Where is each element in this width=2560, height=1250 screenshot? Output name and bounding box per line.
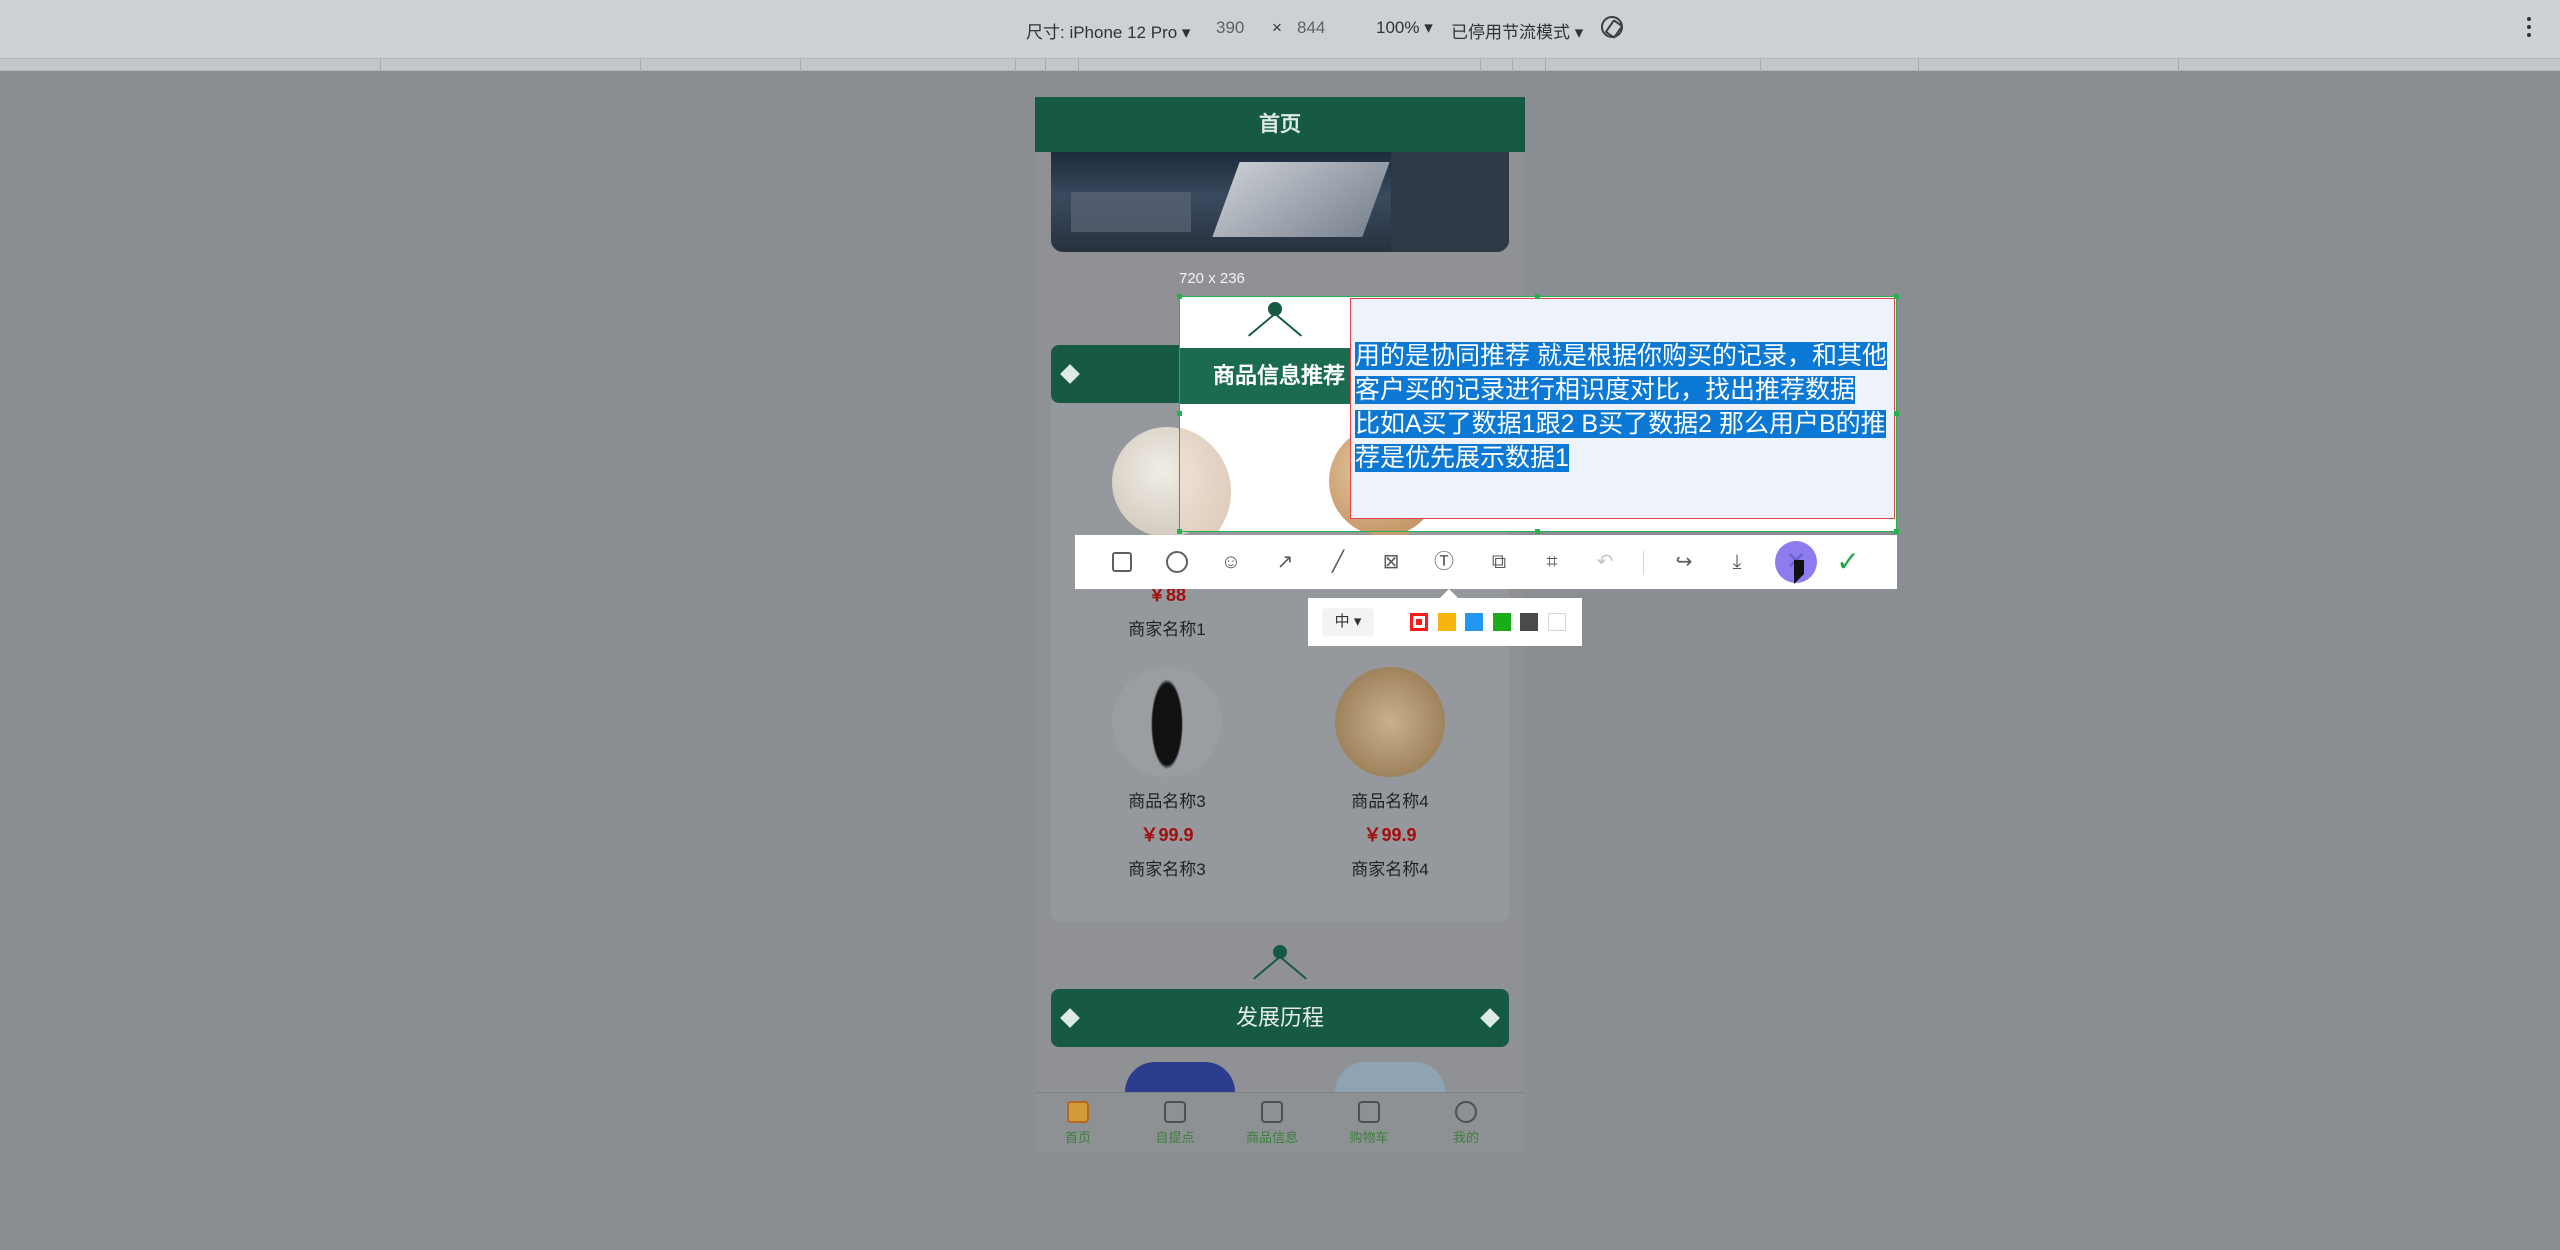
color-swatch-gray[interactable]	[1520, 613, 1538, 631]
font-size-select[interactable]: 中 ▾	[1322, 608, 1374, 636]
device-select[interactable]: 尺寸: iPhone 12 Pro ▾	[1026, 18, 1190, 43]
pin-icon[interactable]: ⧉	[1485, 548, 1513, 576]
product-card[interactable]: 商品名称4 ￥99.9 商家名称4	[1290, 667, 1490, 879]
home-icon	[1067, 1101, 1089, 1123]
pen-icon[interactable]: ╱	[1324, 548, 1352, 576]
color-swatch-blue[interactable]	[1465, 613, 1483, 631]
diamond-icon	[1060, 1008, 1080, 1028]
save-icon[interactable]: ⤓	[1723, 548, 1751, 576]
product-image	[1335, 667, 1445, 777]
color-swatch-white[interactable]	[1548, 613, 1566, 631]
shop-name: 商家名称4	[1351, 860, 1429, 879]
section-header-history: 发展历程	[1051, 989, 1509, 1047]
resize-handle[interactable]	[1177, 294, 1182, 299]
share-icon[interactable]: ↪	[1670, 548, 1698, 576]
product-image	[1112, 667, 1222, 777]
mosaic-icon[interactable]: ⊠	[1377, 548, 1405, 576]
screenshot-toolbar: ☺ ↗ ╱ ⊠ Ⓣ ⧉ ⌗ ↶ ↪ ⤓ ✕ ✓	[1075, 535, 1897, 589]
toolbar-divider	[1643, 551, 1644, 575]
height-input[interactable]: 844	[1297, 18, 1325, 38]
selection-border	[1179, 296, 1897, 532]
section-title: 发展历程	[1235, 1005, 1324, 1030]
tab-mine[interactable]: 我的	[1426, 1101, 1506, 1146]
diamond-icon	[1480, 1008, 1500, 1028]
calendar-icon	[1261, 1101, 1283, 1123]
history-image	[1335, 1062, 1445, 1092]
resize-handle[interactable]	[1177, 411, 1182, 416]
ellipse-icon[interactable]	[1166, 551, 1188, 573]
product-price: ￥99.9	[1140, 825, 1194, 845]
color-swatch-yellow[interactable]	[1438, 613, 1456, 631]
resize-handle[interactable]	[1894, 411, 1899, 416]
mouse-cursor-icon	[1794, 560, 1806, 584]
resize-handle[interactable]	[1535, 529, 1540, 534]
cart-icon	[1358, 1101, 1380, 1123]
bottom-tabbar: 首页 自提点 商品信息 购物车 我的	[1035, 1092, 1525, 1152]
banner-image[interactable]	[1051, 152, 1509, 252]
more-options-icon[interactable]	[2527, 17, 2531, 39]
popover-arrow	[1440, 589, 1458, 598]
tab-home[interactable]: 首页	[1038, 1101, 1118, 1146]
selection-size-label: 720 x 236	[1179, 270, 1245, 287]
rotate-icon[interactable]	[1601, 16, 1623, 38]
tab-products[interactable]: 商品信息	[1232, 1101, 1312, 1146]
resize-handle[interactable]	[1177, 529, 1182, 534]
emoji-icon[interactable]: ☺	[1217, 548, 1245, 576]
resize-handle[interactable]	[1894, 529, 1899, 534]
rect-icon[interactable]	[1112, 552, 1132, 572]
shop-name: 商家名称3	[1128, 860, 1206, 879]
color-swatch-green[interactable]	[1493, 613, 1511, 631]
product-card[interactable]: 商品名称3 ￥99.9 商家名称3	[1067, 667, 1267, 879]
shop-name: 商家名称1	[1128, 620, 1206, 639]
page-title: 首页	[1035, 97, 1525, 152]
color-swatch-red[interactable]	[1410, 613, 1428, 631]
throttle-select[interactable]: 已停用节流模式 ▾	[1451, 18, 1583, 43]
zoom-select[interactable]: 100% ▾	[1376, 18, 1433, 38]
undo-icon[interactable]: ↶	[1591, 548, 1619, 576]
confirm-icon[interactable]: ✓	[1831, 545, 1865, 579]
times-sign: ×	[1272, 18, 1282, 37]
ocr-icon[interactable]: ⌗	[1538, 548, 1566, 576]
tab-pickup[interactable]: 自提点	[1135, 1101, 1215, 1146]
user-icon	[1455, 1101, 1477, 1123]
width-input[interactable]: 390	[1216, 18, 1244, 38]
text-style-bar: 中 ▾	[1308, 598, 1582, 646]
resize-handle[interactable]	[1535, 294, 1540, 299]
product-price: ￥99.9	[1363, 825, 1417, 845]
devtools-toolbar: 尺寸: iPhone 12 Pro ▾ 390 × 844 100% ▾ 已停用…	[0, 0, 2560, 58]
arrow-icon[interactable]: ↗	[1271, 548, 1299, 576]
section-pin-icon	[1245, 945, 1315, 981]
diamond-icon	[1060, 364, 1080, 384]
media-query-ruler	[0, 58, 2560, 72]
text-icon[interactable]: Ⓣ	[1430, 548, 1458, 576]
grid-icon	[1164, 1101, 1186, 1123]
product-name: 商品名称4	[1351, 792, 1429, 811]
product-name: 商品名称3	[1128, 792, 1206, 811]
tab-cart[interactable]: 购物车	[1329, 1101, 1409, 1146]
resize-handle[interactable]	[1894, 294, 1899, 299]
history-image	[1125, 1062, 1235, 1092]
